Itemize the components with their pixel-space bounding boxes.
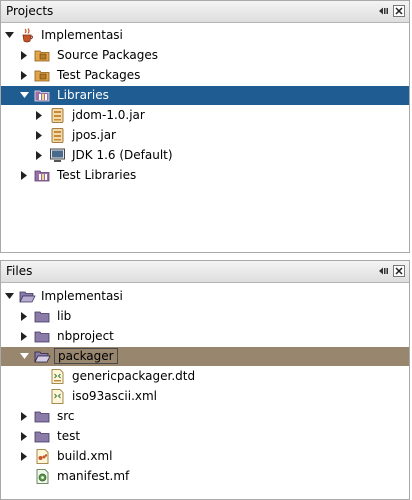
tree-node-label: Test Libraries	[57, 168, 137, 182]
tree-node-src-folder[interactable]: src	[1, 407, 409, 426]
tree-node-libraries[interactable]: Libraries	[1, 86, 409, 105]
libraries-folder-icon	[34, 170, 50, 182]
folder-icon	[34, 331, 50, 343]
package-folder-icon	[34, 50, 50, 62]
files-panel: Files Implementasi lib nbproject package…	[0, 260, 410, 500]
xml-file-icon	[51, 389, 64, 404]
open-folder-icon	[34, 351, 51, 363]
tree-node-label: src	[57, 409, 75, 423]
tree-node-label: jpos.jar	[72, 128, 116, 142]
tree-node-source-packages[interactable]: Source Packages	[1, 46, 409, 65]
tree-node-lib-folder[interactable]: lib	[1, 307, 409, 326]
tree-node-label: manifest.mf	[57, 469, 130, 483]
close-icon[interactable]	[393, 265, 405, 277]
projects-panel-title: Projects	[6, 4, 54, 18]
tree-node-files-root[interactable]: Implementasi	[1, 287, 409, 306]
tree-node-label: jdom-1.0.jar	[72, 108, 145, 122]
collapsed-arrow-icon[interactable]	[19, 311, 30, 322]
jar-file-icon	[51, 108, 64, 123]
tree-node-label: packager	[54, 348, 118, 364]
tree-node-label: Libraries	[57, 88, 109, 102]
tree-node-label: Implementasi	[41, 28, 123, 42]
expanded-arrow-icon[interactable]	[19, 90, 30, 101]
jar-file-icon	[51, 128, 64, 143]
tree-node-test-packages[interactable]: Test Packages	[1, 66, 409, 85]
ant-build-file-icon	[36, 449, 49, 464]
tree-node-xml-file[interactable]: iso93ascii.xml	[1, 387, 409, 406]
tree-node-label: Test Packages	[57, 68, 141, 82]
libraries-folder-icon	[34, 90, 50, 102]
collapsed-arrow-icon[interactable]	[19, 411, 30, 422]
tree-node-jpos-jar[interactable]: jpos.jar	[1, 126, 409, 145]
tree-node-dtd-file[interactable]: genericpackager.dtd	[1, 367, 409, 386]
tree-node-packager-folder[interactable]: packager	[1, 347, 409, 366]
tree-node-label: iso93ascii.xml	[72, 389, 158, 403]
jdk-platform-icon	[50, 148, 65, 162]
tree-node-label: Implementasi	[41, 289, 123, 303]
collapsed-arrow-icon[interactable]	[34, 130, 45, 141]
tree-node-label: Source Packages	[57, 48, 159, 62]
minimize-window-icon[interactable]	[378, 5, 390, 17]
tree-node-label: lib	[57, 309, 72, 323]
tree-node-project-root[interactable]: Implementasi	[1, 26, 409, 45]
package-folder-icon	[34, 70, 50, 82]
tree-node-label: genericpackager.dtd	[72, 369, 196, 383]
tree-node-build-xml[interactable]: build.xml	[1, 447, 409, 466]
tree-node-test-libraries[interactable]: Test Libraries	[1, 166, 409, 185]
tree-node-jdk[interactable]: JDK 1.6 (Default)	[1, 146, 409, 165]
minimize-window-icon[interactable]	[378, 265, 390, 277]
folder-icon	[34, 311, 50, 323]
tree-node-nbproject-folder[interactable]: nbproject	[1, 327, 409, 346]
collapsed-arrow-icon[interactable]	[19, 451, 30, 462]
collapsed-arrow-icon[interactable]	[34, 150, 45, 161]
projects-panel: Projects Implementasi Source Packages Te…	[0, 0, 410, 253]
tree-node-test-folder[interactable]: test	[1, 427, 409, 446]
projects-panel-header: Projects	[1, 1, 409, 23]
collapsed-arrow-icon[interactable]	[19, 70, 30, 81]
java-project-icon	[22, 28, 33, 43]
dtd-file-icon	[51, 369, 64, 384]
collapsed-arrow-icon[interactable]	[19, 431, 30, 442]
collapsed-arrow-icon[interactable]	[34, 110, 45, 121]
collapsed-arrow-icon[interactable]	[19, 170, 30, 181]
expanded-arrow-icon[interactable]	[4, 30, 15, 41]
expanded-arrow-icon[interactable]	[4, 291, 15, 302]
tree-node-label: nbproject	[57, 329, 114, 343]
expanded-arrow-icon[interactable]	[19, 351, 30, 362]
files-panel-header: Files	[1, 261, 409, 283]
folder-icon	[34, 431, 50, 443]
tree-node-label: JDK 1.6 (Default)	[72, 148, 173, 162]
tree-node-manifest-file[interactable]: manifest.mf	[1, 467, 409, 486]
collapsed-arrow-icon[interactable]	[19, 331, 30, 342]
tree-node-label: test	[57, 429, 81, 443]
close-icon[interactable]	[393, 5, 405, 17]
tree-node-jdom-jar[interactable]: jdom-1.0.jar	[1, 106, 409, 125]
folder-icon	[34, 411, 50, 423]
manifest-file-icon	[36, 469, 49, 484]
collapsed-arrow-icon[interactable]	[19, 50, 30, 61]
tree-node-label: build.xml	[57, 449, 113, 463]
open-folder-icon	[19, 291, 36, 303]
files-panel-title: Files	[6, 264, 33, 278]
